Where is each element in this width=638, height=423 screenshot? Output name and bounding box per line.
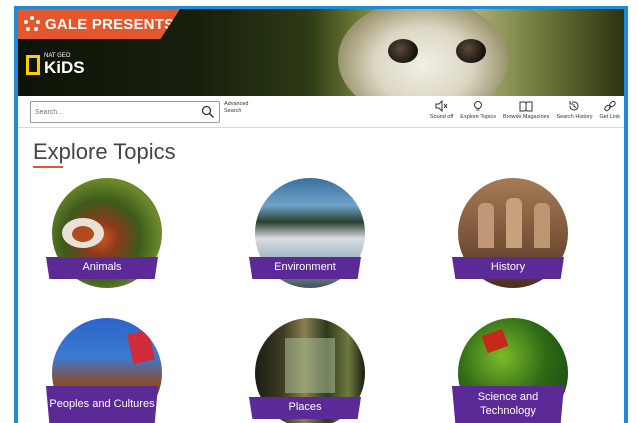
topic-label-peoples-and-cultures: Peoples and Cultures	[46, 386, 158, 423]
history-icon	[567, 100, 581, 112]
advanced-search-link[interactable]: Advanced Search	[224, 101, 264, 115]
get-link-button[interactable]: Get Link	[600, 100, 620, 120]
natgeo-kids-text: KiDS	[44, 58, 85, 77]
get-link-label: Get Link	[599, 114, 620, 120]
topic-label-environment: Environment	[249, 257, 361, 279]
explore-topics-button[interactable]: Explore Topics	[460, 100, 496, 120]
natgeo-yellow-border-icon	[26, 54, 40, 75]
topic-label-animals: Animals	[46, 257, 158, 279]
banner-monkey-eye	[456, 39, 486, 63]
topic-label-history: History	[452, 257, 564, 279]
topic-card-science-and-technology[interactable]: Science and Technology	[452, 318, 572, 423]
topic-card-history[interactable]: History	[452, 178, 572, 288]
book-icon	[519, 100, 533, 112]
browse-magazines-button[interactable]: Browse Magazines	[503, 100, 549, 120]
toolbar-tools: Sound off Explore Topics Browse Magazine…	[423, 100, 620, 120]
gale-presents-text: GALE PRESENTS	[45, 15, 175, 33]
sound-off-label: Sound off	[429, 114, 454, 120]
page-frame: GALE PRESENTS NAT GEO KiDS Advanced Sear…	[0, 0, 638, 423]
toolbar: Advanced Search Sound off Explore Topics…	[18, 96, 624, 128]
title-underline	[33, 166, 63, 168]
search-box	[30, 101, 220, 123]
page-title: Explore Topics	[33, 139, 176, 164]
topic-card-environment[interactable]: Environment	[249, 178, 369, 288]
search-history-label: Search History	[556, 114, 593, 120]
search-icon[interactable]	[201, 105, 215, 119]
topic-card-places[interactable]: Places	[249, 318, 369, 423]
gale-presents-tab[interactable]: GALE PRESENTS	[18, 9, 180, 39]
search-history-button[interactable]: Search History	[556, 100, 593, 120]
topic-card-animals[interactable]: Animals	[46, 178, 166, 288]
topic-label-places: Places	[249, 397, 361, 419]
banner-monkey-eye	[388, 39, 418, 63]
frame-border-right	[624, 8, 628, 423]
topic-label-science-and-technology: Science and Technology	[452, 386, 564, 423]
browse-magazines-label: Browse Magazines	[502, 114, 550, 120]
sound-off-icon	[435, 100, 449, 112]
natgeo-kids-logo[interactable]: NAT GEO KiDS	[26, 53, 85, 76]
header-banner: GALE PRESENTS NAT GEO KiDS	[18, 9, 624, 96]
gale-logo-icon	[24, 16, 40, 32]
lightbulb-icon	[471, 100, 485, 112]
explore-topics-label: Explore Topics	[460, 114, 496, 120]
search-input[interactable]	[35, 105, 195, 119]
sound-off-button[interactable]: Sound off	[430, 100, 453, 120]
topic-card-peoples-and-cultures[interactable]: Peoples and Cultures	[46, 318, 166, 423]
link-icon	[603, 100, 617, 112]
